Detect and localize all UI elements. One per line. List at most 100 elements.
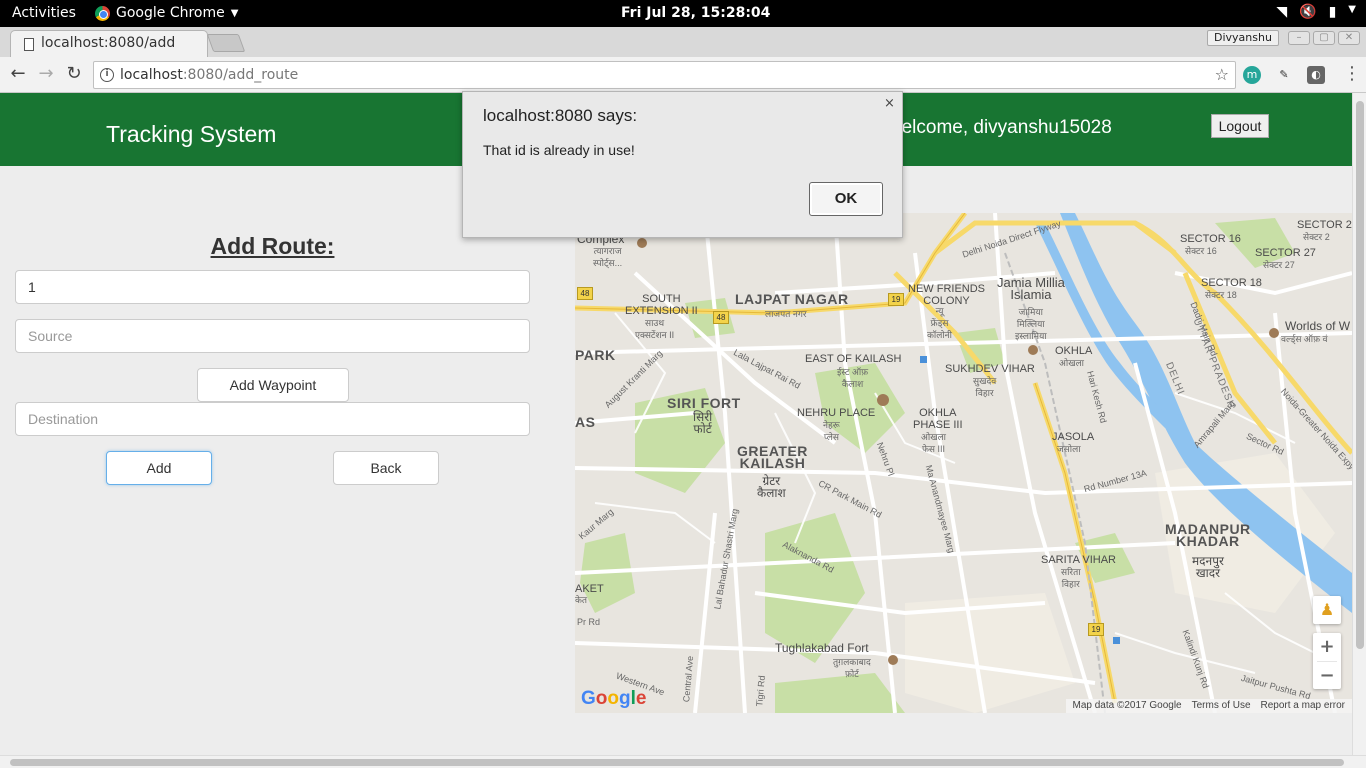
map-label-jasola: JASOLA [1052,431,1095,443]
zoom-in-button[interactable]: + [1313,633,1341,661]
zoom-controls: + − [1313,633,1341,689]
map-label-siri-fort: SIRI FORT [667,395,741,411]
map-label-okhla-hi: ओखला [1059,358,1085,368]
chrome-icon [95,5,110,21]
map-label-madanpur-khadar: MADANPUR KHADAR [1165,521,1251,549]
map-label-sector-16: SECTOR 16 [1180,233,1241,245]
report-map-error-link[interactable]: Report a map error [1261,699,1345,713]
maximize-button[interactable]: ▢ [1313,31,1335,45]
map-label-lajpat-nagar-hi: लाजपत नगर [765,309,807,319]
map-label-sector-26: SECTOR 26 [1297,219,1352,231]
extension-m-icon[interactable]: m [1243,66,1261,84]
map-label-jamia: Jamia Millia Islamia [997,275,1065,302]
shield-nh48-west: 48 [577,287,593,300]
clock[interactable]: Fri Jul 28, 15:28:04 [621,5,770,21]
reload-icon[interactable]: ↻ [62,63,86,87]
extension-rocket-icon[interactable]: ✎ [1275,66,1293,84]
shield-nh19-south: 19 [1088,623,1104,636]
back-arrow-icon[interactable]: ← [6,63,30,87]
close-window-button[interactable]: ✕ [1338,31,1360,45]
alert-dialog: localhost:8080 says: × That id is alread… [462,91,903,238]
dialog-message: That id is already in use! [483,142,635,158]
page-icon [24,38,34,51]
map-label-sarita-vihar-hi: सरिता विहार [1061,567,1081,589]
browser-toolbar: ← → ↻ i localhost:8080/add_route ☆ m ✎ ◐… [0,57,1366,93]
horizontal-scroll-thumb[interactable] [10,759,1344,766]
wifi-icon: ◥ [1276,4,1288,20]
map-label-nehru-place-hi: नेहरू प्लेस [823,420,840,442]
vertical-scroll-thumb[interactable] [1356,101,1364,649]
tab-strip: localhost:8080/add Divyanshu – ▢ ✕ [0,27,1366,57]
address-bar[interactable]: i localhost:8080/add_route ☆ [93,61,1236,89]
map-label-as: AS [575,414,596,430]
add-waypoint-button[interactable]: Add Waypoint [197,368,349,402]
route-id-input[interactable]: 1 [15,270,530,304]
map-label-jamia-hi: जामिया मिल्लिया इस्लामिया [1015,307,1047,341]
map-label-aket-hi: केत [575,595,588,605]
map-label-east-of-kailash-hi: ईस्ट ऑफ़ कैलाश [837,367,869,389]
map-footer: Map data ©2017 Google Terms of Use Repor… [1066,699,1352,713]
map-label-greater-kailash-hi: ग्रेटर कैलाश [757,474,786,500]
logout-button[interactable]: Logout [1211,114,1269,138]
vertical-scrollbar[interactable] [1352,93,1366,755]
profile-button[interactable]: Divyanshu [1207,30,1279,46]
bookmark-star-icon[interactable]: ☆ [1215,65,1229,84]
map-label-jasola-hi: जसोला [1057,444,1081,454]
activities-button[interactable]: Activities [12,5,76,21]
add-button[interactable]: Add [106,451,212,485]
map-label-sector-18-hi: सेक्टर 18 [1205,290,1237,300]
map-label-south-ext-hi: साउथ एक्सटेंशन II [635,318,675,340]
map-label-worlds-of-wonder-hi: वर्ल्ड्स ऑफ़ वं [1281,334,1328,344]
new-tab-button[interactable] [206,34,246,52]
map-label-south-ext: SOUTH EXTENSION II [625,293,698,317]
brand-title[interactable]: Tracking System [106,121,276,148]
map-label-worlds-of-wonder: Worlds of W [1285,319,1351,333]
app-menu[interactable]: Google Chrome ▼ [95,5,238,21]
info-icon[interactable]: i [100,68,114,82]
map-label-tughlakabad-fort-hi: तुग़लकाबाद फ़ोर्ट [833,657,871,679]
street-view-pegman-icon[interactable]: ♟ [1313,596,1341,624]
map-label-tughlakabad-fort: Tughlakabad Fort [775,641,869,655]
map-label-sector-16-hi: सेक्टर 16 [1185,246,1217,256]
horizontal-scrollbar[interactable] [0,755,1366,768]
extension-shield-icon[interactable]: ◐ [1307,66,1325,84]
map-label-park: PARK [575,347,616,363]
map-label-greater-kailash: GREATER KAILASH [737,443,808,471]
google-logo[interactable]: Google [581,688,646,710]
map-label-sukhdev-vihar: SUKHDEV VIHAR [945,363,1035,375]
close-icon[interactable]: × [884,96,895,111]
map-label-madanpur-khadar-hi: मदनपुर खादर [1192,554,1224,580]
ok-button[interactable]: OK [809,182,883,216]
map-label-sector-27-hi: सेक्टर 27 [1263,260,1295,270]
source-input[interactable]: Source [15,319,530,353]
tab-title: localhost:8080/add [41,35,176,51]
map-label-east-of-kailash: EAST OF KAILASH [805,353,902,365]
app-name: Google Chrome [116,5,225,21]
back-button[interactable]: Back [333,451,439,485]
battery-icon: ▮ [1328,4,1337,20]
map-label-okhla: OKHLA [1055,345,1093,357]
map-label-sector-18: SECTOR 18 [1201,277,1262,289]
chevron-down-icon: ▼ [1348,4,1356,15]
system-tray[interactable]: ◥ 🔇 ▮ ▼ [1276,4,1356,20]
zoom-out-button[interactable]: − [1313,662,1341,690]
map-label-new-friends-colony: NEW FRIENDS COLONY [908,283,985,307]
map-label-okhla-phase-3: OKHLA PHASE III [913,407,963,431]
forward-arrow-icon[interactable]: → [34,63,58,87]
volume-muted-icon: 🔇 [1299,4,1317,20]
minimize-button[interactable]: – [1288,31,1310,45]
map-label-lajpat-nagar: LAJPAT NAGAR [735,291,849,307]
map-label-sector-27: SECTOR 27 [1255,247,1316,259]
chevron-down-icon: ▼ [230,7,239,19]
map-label-sector-26-hi: सेक्टर 2 [1303,232,1330,242]
menu-icon[interactable]: ⋮ [1343,63,1361,84]
dialog-title: localhost:8080 says: [483,106,638,125]
map-road-pr: Pr Rd [577,617,601,627]
destination-input[interactable]: Destination [15,402,530,436]
map-label-nehru-place: NEHRU PLACE [797,407,876,419]
terms-of-use-link[interactable]: Terms of Use [1192,699,1251,713]
browser-tab[interactable]: localhost:8080/add [10,30,208,57]
map-label-siri-fort-hi: सिरी फोर्ट [693,410,713,436]
map-label-sarita-vihar: SARITA VIHAR [1041,554,1116,566]
map[interactable]: Complex त्यागराज स्पोर्ट्स... LAJPAT NAG… [575,213,1352,713]
